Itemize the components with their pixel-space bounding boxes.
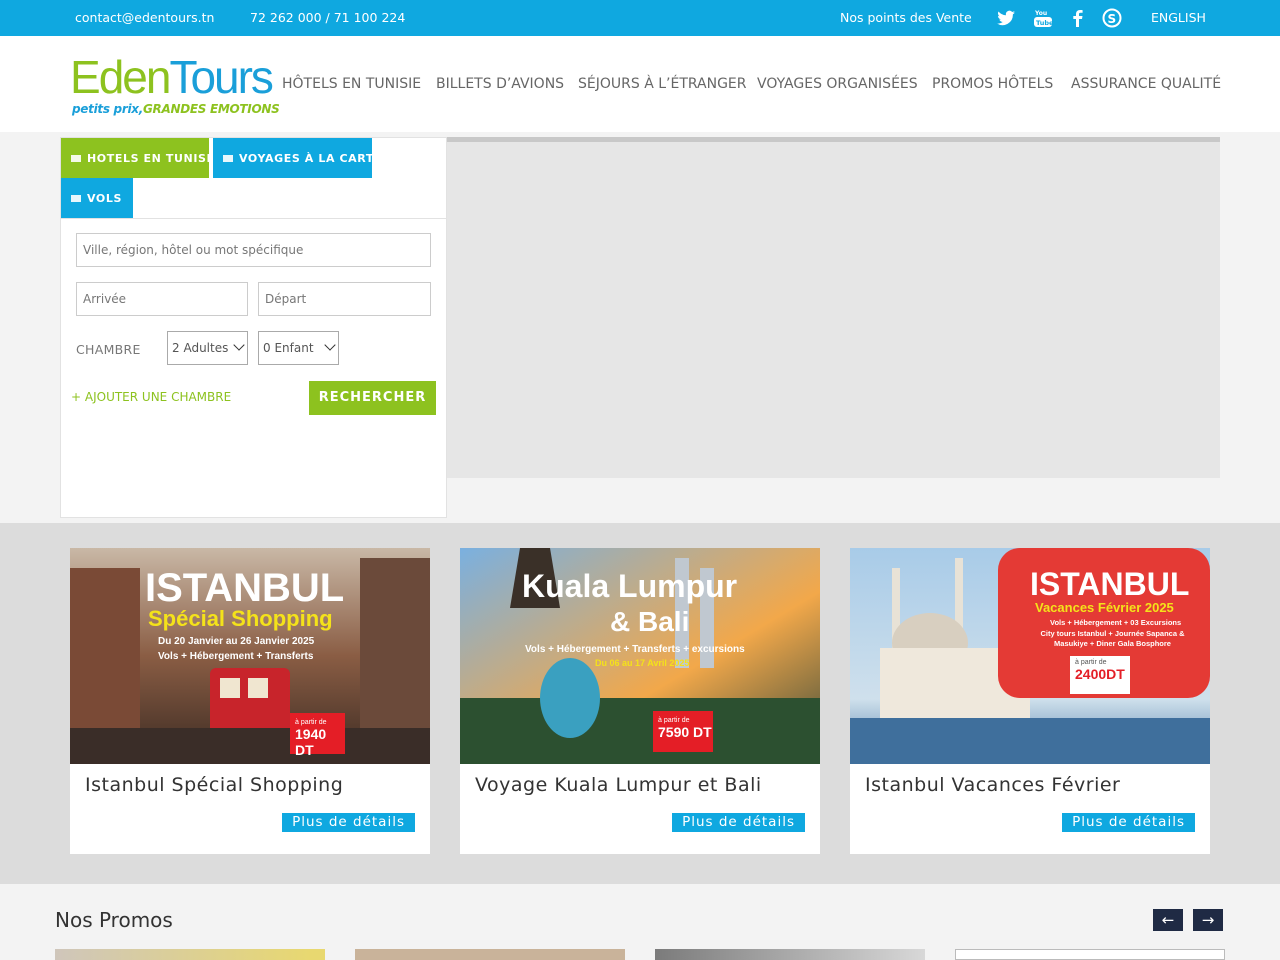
tab-hotels-tunisie[interactable]: HOTELS EN TUNISIE (61, 138, 219, 178)
hotel-icon (71, 155, 81, 162)
adults-select[interactable]: 2 Adultes (167, 331, 248, 365)
arrival-date-input[interactable]: Arrivée (76, 282, 248, 316)
skype-icon[interactable]: S (1102, 8, 1122, 28)
nav-billets-avions[interactable]: BILLETS D’AVIONS (436, 76, 564, 92)
promos-heading: Nos Promos (55, 908, 173, 932)
contact-email-link[interactable]: contact@edentours.tn (75, 10, 214, 25)
language-switch[interactable]: ENGLISH (1151, 10, 1206, 25)
departure-date-input[interactable]: Départ (258, 282, 431, 316)
facebook-icon[interactable] (1068, 8, 1088, 28)
nav-assurance-qualite[interactable]: ASSURANCE QUALITÉ (1071, 76, 1221, 92)
offer-card[interactable]: Kuala Lumpur & Bali Vols + Hébergement +… (460, 548, 820, 854)
offer-image[interactable]: Kuala Lumpur & Bali Vols + Hébergement +… (460, 548, 820, 764)
plane-icon (71, 195, 81, 202)
promo-thumbnail[interactable] (355, 949, 625, 960)
nav-hotels-tunisie[interactable]: HÔTELS EN TUNISIE (282, 76, 421, 92)
top-bar: contact@edentours.tn 72 262 000 / 71 100… (0, 0, 1280, 36)
chevron-down-icon (233, 339, 245, 351)
price-badge: à partir de 2400DT (1070, 656, 1130, 694)
hero-slider[interactable] (447, 137, 1220, 478)
twitter-icon[interactable] (996, 8, 1016, 28)
promo-thumbnail[interactable] (955, 949, 1225, 960)
offer-title[interactable]: Istanbul Spécial Shopping (85, 774, 343, 796)
youtube-icon[interactable]: You Tube (1033, 8, 1053, 28)
edentours-logo[interactable]: EdenTours petits prix,GRANDES EMOTIONS (70, 52, 280, 122)
site-header: EdenTours petits prix,GRANDES EMOTIONS H… (0, 36, 1280, 132)
car-icon (223, 155, 233, 162)
price-badge: à partir de 7590 DT (653, 714, 713, 752)
offer-title[interactable]: Istanbul Vacances Février (865, 774, 1120, 796)
offer-card[interactable]: ISTANBUL Spécial Shopping Du 20 Janvier … (70, 548, 430, 854)
featured-offers: ISTANBUL Spécial Shopping Du 20 Janvier … (0, 523, 1280, 884)
nav-sejours-etranger[interactable]: SÉJOURS À L’ÉTRANGER (578, 76, 747, 92)
points-de-vente-link[interactable]: Nos points des Vente (840, 10, 972, 25)
offer-image[interactable]: ISTANBUL Vacances Février 2025 Vols + Hé… (850, 548, 1210, 764)
nav-promos-hotels[interactable]: PROMOS HÔTELS (932, 76, 1053, 92)
promo-thumbnail[interactable] (55, 949, 325, 960)
offer-card[interactable]: ISTANBUL Vacances Février 2025 Vols + Hé… (850, 548, 1210, 854)
offer-image[interactable]: ISTANBUL Spécial Shopping Du 20 Janvier … (70, 548, 430, 764)
destination-input[interactable]: Ville, région, hôtel ou mot spécifique (76, 233, 431, 267)
children-select[interactable]: 0 Enfant (258, 331, 339, 365)
search-button[interactable]: RECHERCHER (309, 381, 436, 415)
contact-phone: 72 262 000 / 71 100 224 (250, 10, 406, 25)
offer-title[interactable]: Voyage Kuala Lumpur et Bali (475, 774, 762, 796)
tab-divider (61, 218, 447, 219)
svg-text:Tube: Tube (1036, 19, 1053, 27)
svg-text:S: S (1108, 12, 1117, 26)
details-button[interactable]: Plus de détails (1062, 813, 1195, 832)
details-button[interactable]: Plus de détails (672, 813, 805, 832)
room-label: CHAMBRE (76, 342, 141, 357)
price-badge: à partir de 1940 DT (290, 716, 345, 758)
promo-thumbnail[interactable] (655, 949, 925, 960)
promos-prev-button[interactable]: ← (1153, 909, 1183, 931)
details-button[interactable]: Plus de détails (282, 813, 415, 832)
tab-vols[interactable]: VOLS (61, 178, 133, 218)
promos-next-button[interactable]: → (1193, 909, 1223, 931)
add-room-link[interactable]: + AJOUTER UNE CHAMBRE (71, 390, 231, 404)
svg-text:You: You (1034, 10, 1047, 17)
chevron-down-icon (324, 339, 336, 351)
tab-voyages-carte[interactable]: VOYAGES À LA CARTE (213, 138, 381, 178)
search-panel: HOTELS EN TUNISIE VOYAGES À LA CARTE VOL… (60, 137, 447, 518)
nav-voyages-organisees[interactable]: VOYAGES ORGANISÉES (757, 76, 918, 92)
